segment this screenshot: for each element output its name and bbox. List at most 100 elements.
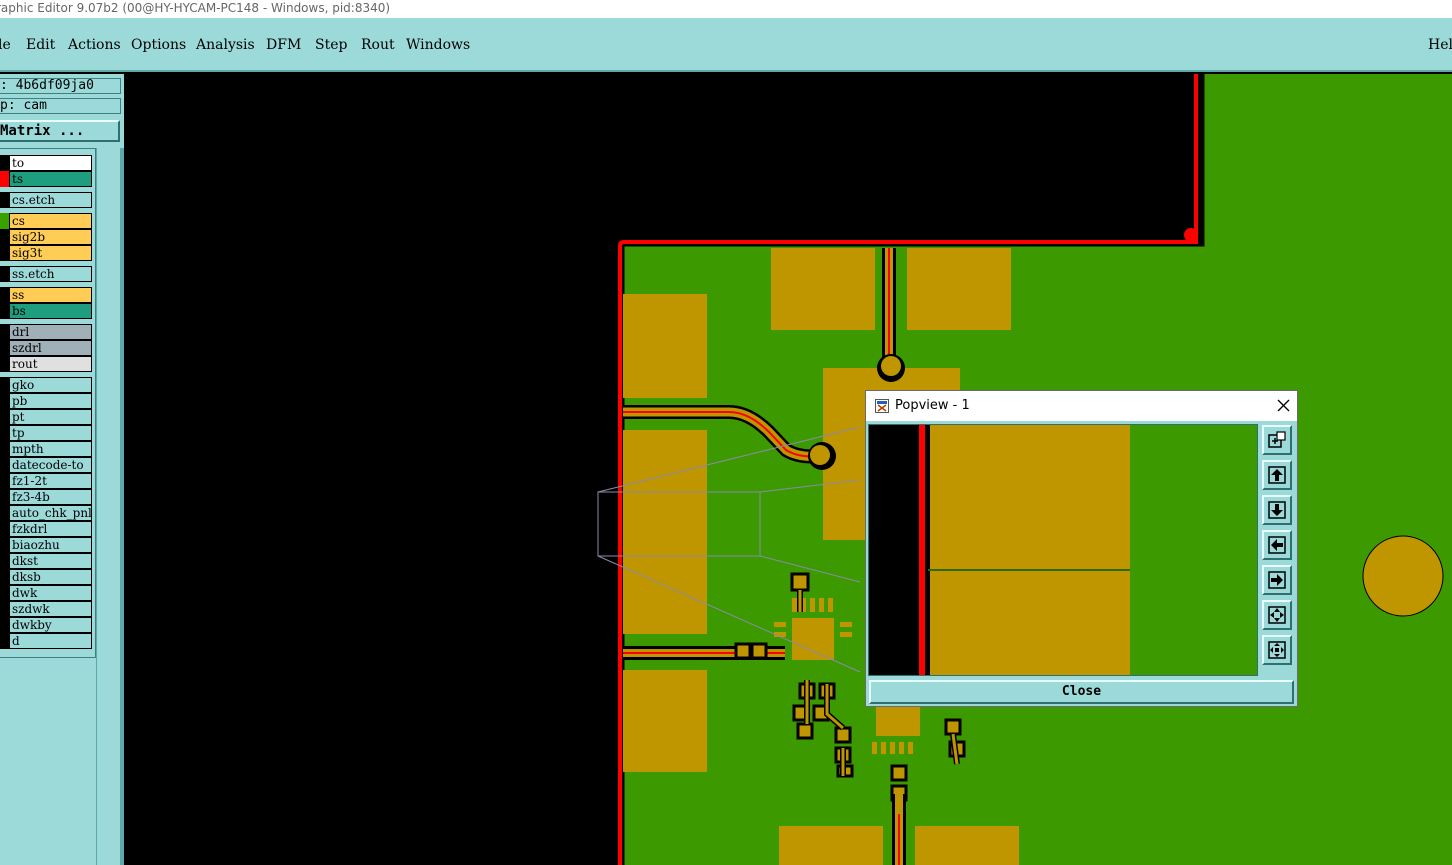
sidebar: : 4b6df09ja0 p: cam Matrix ... to ts cs.et… [0,74,124,865]
layer-row-cs[interactable]: cs [0,213,92,229]
layer-name: dksb [9,569,92,585]
layer-color-swatch [0,340,9,356]
layer-row-dwkby[interactable]: dwkby [0,617,92,633]
layer-row-pb[interactable]: pb [0,393,92,409]
layer-name: szdwk [9,601,92,617]
layer-name: to [9,155,92,171]
pan-left-button[interactable] [1262,530,1292,560]
smd-pad [834,726,852,744]
layer-color-swatch [0,601,9,617]
layer-name: gko [9,377,92,393]
layer-name: ss [9,287,92,303]
layer-row-ss.etch[interactable]: ss.etch [0,266,92,282]
menu-rout[interactable]: Rout [361,37,395,53]
layer-row-sig3t[interactable]: sig3t [0,245,92,261]
layer-name: fzkdrl [9,521,92,537]
menu-step[interactable]: Step [315,37,347,53]
pan-right-button[interactable] [1262,565,1292,595]
layer-row-fz3-4b[interactable]: fz3-4b [0,489,92,505]
layer-row-tp[interactable]: tp [0,425,92,441]
menu-options[interactable]: Options [131,37,186,53]
layer-color-swatch [0,457,9,473]
menu-analysis[interactable]: Analysis [196,37,255,53]
layer-row-mpth[interactable]: mpth [0,441,92,457]
layer-name: datecode-to [9,457,92,473]
popview-window[interactable]: Popview - 1 Close [865,390,1298,707]
menu-file[interactable]: le [0,37,11,53]
layer-row-ts[interactable]: ts [0,171,92,187]
menu-bar: le Edit Actions Options Analysis DFM Ste… [0,18,1452,72]
zoom-window-button[interactable] [1262,425,1292,455]
layer-row-dksb[interactable]: dksb [0,569,92,585]
menu-dfm[interactable]: DFM [266,37,301,53]
popview-titlebar[interactable]: Popview - 1 [866,391,1297,421]
smd-pad [796,722,814,740]
layer-color-swatch [0,213,9,229]
layer-color-swatch [0,617,9,633]
menu-actions[interactable]: Actions [68,37,121,53]
layer-row-cs.etch[interactable]: cs.etch [0,192,92,208]
layer-row-szdwk[interactable]: szdwk [0,601,92,617]
layer-name: d [9,633,92,649]
step-name: p: cam [0,98,121,114]
via [881,356,901,376]
layer-row-drl[interactable]: drl [0,324,92,340]
layer-name: cs [9,213,92,229]
app-icon [875,399,889,413]
matrix-button[interactable]: Matrix ... [0,120,120,142]
pan-left-icon [1268,536,1286,554]
layer-list: to ts cs.etch cs sig2b sig3t ss.etch ss bs drl szd… [0,148,96,658]
zoom-fit-button[interactable] [1262,600,1292,630]
layer-row-sig2b[interactable]: sig2b [0,229,92,245]
smd-pad [890,764,908,782]
layer-row-rout[interactable]: rout [0,356,92,372]
layer-color-swatch [0,521,9,537]
menu-windows[interactable]: Windows [406,37,470,53]
layer-color-swatch [0,377,9,393]
pad [771,248,875,330]
layer-color-swatch [0,393,9,409]
board-area-upper [1204,74,1452,249]
layer-row-fzkdrl[interactable]: fzkdrl [0,521,92,537]
zoom-fit-icon [1268,606,1286,624]
layer-row-bs[interactable]: bs [0,303,92,319]
popview-canvas[interactable] [868,424,1258,676]
layer-name: drl [9,324,92,340]
layer-row-pt[interactable]: pt [0,409,92,425]
ic-body [876,704,920,736]
layer-row-fz1-2t[interactable]: fz1-2t [0,473,92,489]
corner-pad [1184,228,1198,242]
layer-row-gko[interactable]: gko [0,377,92,393]
layer-row-biaozhu[interactable]: biaozhu [0,537,92,553]
zoom-home-icon [1268,641,1286,659]
layer-color-swatch [0,303,9,319]
zoom-home-button[interactable] [1262,635,1292,665]
layer-row-to[interactable]: to [0,155,92,171]
pan-up-button[interactable] [1262,460,1292,490]
layer-color-swatch [0,324,9,340]
job-name: : 4b6df09ja0 [0,78,121,94]
trace-center [898,814,900,865]
layer-row-dwk[interactable]: dwk [0,585,92,601]
layer-row-datecode-to[interactable]: datecode-to [0,457,92,473]
layer-row-dkst[interactable]: dkst [0,553,92,569]
layer-name: cs.etch [9,192,92,208]
layer-color-swatch [0,425,9,441]
layer-row-auto_chk_pnl[interactable]: auto_chk_pnl [0,505,92,521]
close-button[interactable]: Close [869,680,1294,704]
layer-color-swatch [0,585,9,601]
layer-name: sig2b [9,229,92,245]
menu-help[interactable]: Hel [1428,37,1452,53]
layer-row-szdrl[interactable]: szdrl [0,340,92,356]
pan-up-icon [1268,466,1286,484]
pan-down-button[interactable] [1262,495,1292,525]
layer-row-d[interactable]: d [0,633,92,649]
layer-name: mpth [9,441,92,457]
layer-name: ss.etch [9,266,92,282]
layer-name: pb [9,393,92,409]
layer-color-swatch [0,266,9,282]
menu-edit[interactable]: Edit [26,37,55,53]
close-icon[interactable] [1272,395,1294,417]
layer-color-swatch [0,505,9,521]
layer-row-ss[interactable]: ss [0,287,92,303]
